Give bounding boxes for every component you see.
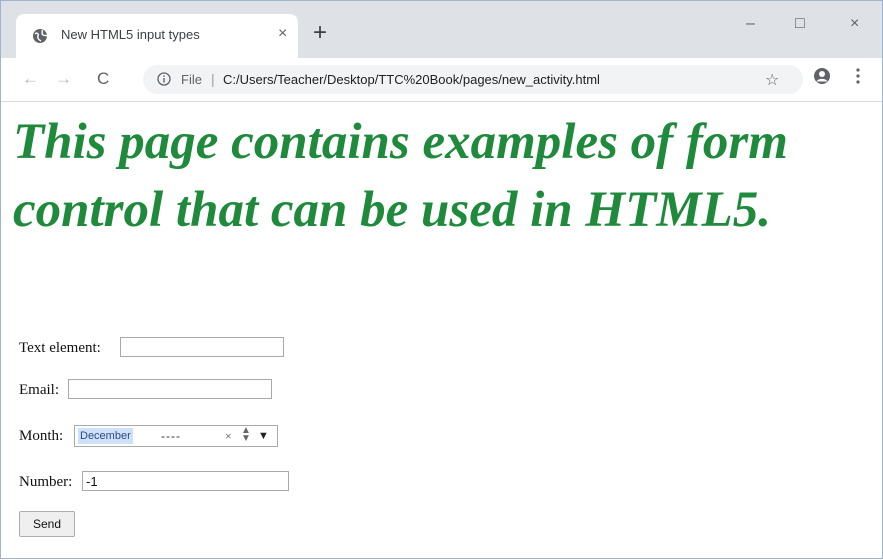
- month-dropdown-icon[interactable]: ▼: [258, 428, 269, 444]
- page-heading: This page contains examples of form cont…: [13, 114, 788, 238]
- new-tab-button[interactable]: +: [313, 21, 327, 45]
- number-label: Number:: [19, 474, 73, 490]
- month-input[interactable]: December ---- × ▲ ▼ ▼: [74, 425, 278, 447]
- tab-close-icon[interactable]: ×: [278, 25, 287, 43]
- address-scheme-label: File: [181, 72, 202, 87]
- month-label: Month:: [19, 428, 64, 444]
- tab-title: New HTML5 input types: [61, 27, 200, 42]
- back-button[interactable]: ←: [22, 69, 39, 89]
- month-spinner-icon[interactable]: ▲ ▼: [241, 426, 251, 444]
- browser-toolbar: ← → C File | C:/Users/Teacher/Desktop/TT…: [1, 58, 882, 102]
- minimize-button[interactable]: –: [746, 15, 755, 33]
- number-input[interactable]: [82, 471, 289, 491]
- maximize-button[interactable]: □: [795, 15, 805, 33]
- month-value-segment[interactable]: December: [78, 428, 133, 444]
- info-icon[interactable]: [157, 72, 171, 86]
- page-content: This page contains examples of form cont…: [1, 102, 883, 560]
- close-window-button[interactable]: ×: [850, 15, 859, 33]
- profile-icon[interactable]: [813, 67, 831, 85]
- tab-active[interactable]: New HTML5 input types ×: [16, 14, 298, 58]
- globe-icon: [33, 29, 48, 43]
- tab-strip: New HTML5 input types × + – □ ×: [1, 1, 882, 58]
- address-bar[interactable]: File | C:/Users/Teacher/Desktop/TTC%20Bo…: [143, 65, 803, 94]
- text-element-label: Text element:: [19, 340, 101, 356]
- address-url[interactable]: C:/Users/Teacher/Desktop/TTC%20Book/page…: [223, 72, 600, 87]
- month-clear-icon[interactable]: ×: [225, 428, 232, 444]
- more-menu-icon[interactable]: [856, 67, 860, 85]
- send-button[interactable]: Send: [19, 511, 75, 537]
- email-label: Email:: [19, 382, 59, 398]
- text-element-input[interactable]: [120, 337, 284, 357]
- forward-button[interactable]: →: [55, 69, 72, 89]
- month-year-segment[interactable]: ----: [161, 428, 181, 444]
- reload-button[interactable]: C: [97, 69, 109, 89]
- email-input[interactable]: [68, 379, 272, 399]
- browser-window: New HTML5 input types × + – □ × ← → C Fi…: [0, 0, 883, 559]
- address-separator: |: [211, 71, 215, 87]
- bookmark-star-icon[interactable]: ☆: [765, 70, 779, 90]
